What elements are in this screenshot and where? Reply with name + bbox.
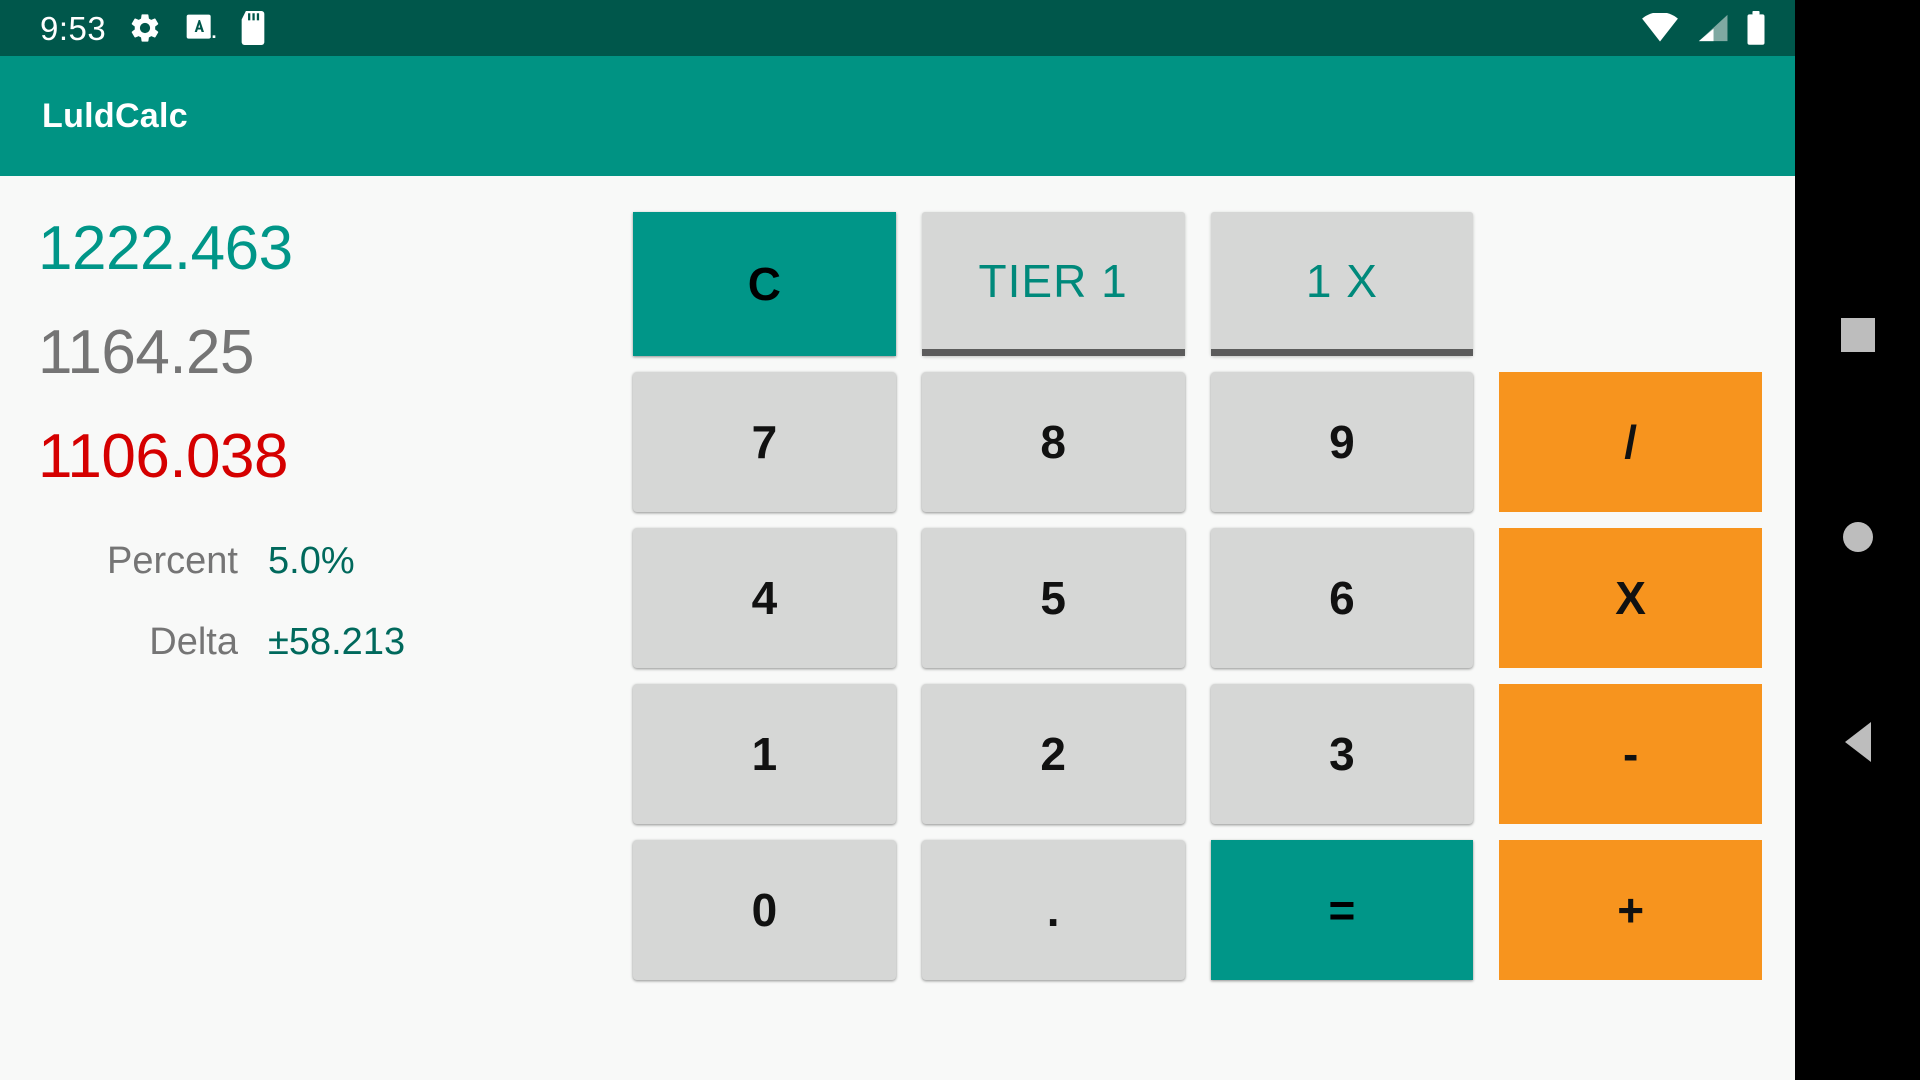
keypad-row-789: 7 8 9 / xyxy=(620,364,1775,520)
key-cell: = xyxy=(1198,832,1487,988)
percent-label: Percent xyxy=(107,540,238,582)
results-panel: 1222.463 1164.25 1106.038 Percent 5.0% D… xyxy=(0,176,620,1080)
main-content: 1222.463 1164.25 1106.038 Percent 5.0% D… xyxy=(0,176,1795,1080)
controls-row-spacer xyxy=(1486,204,1775,364)
multiplier-spinner[interactable]: 1 X xyxy=(1210,212,1474,356)
key-9-button[interactable]: 9 xyxy=(1210,372,1474,512)
phone-screen: 9:53 LuldCalc 1222.463 1164.25 1106.038 … xyxy=(0,0,1795,1080)
clear-cell: C xyxy=(620,204,909,364)
decimal-point-button[interactable]: . xyxy=(921,840,1185,980)
key-cell: 9 xyxy=(1198,364,1487,520)
keypad-row-controls: C TIER 1 1 X xyxy=(620,204,1775,364)
key-cell: - xyxy=(1486,676,1775,832)
back-icon[interactable] xyxy=(1844,722,1871,762)
key-cell: 2 xyxy=(909,676,1198,832)
delta-label: Delta xyxy=(149,621,238,663)
key-cell: 6 xyxy=(1198,520,1487,676)
key-3-button[interactable]: 3 xyxy=(1210,684,1474,824)
keypad-row-456: 4 5 6 X xyxy=(620,520,1775,676)
app-bar: LuldCalc xyxy=(0,56,1795,176)
key-2-button[interactable]: 2 xyxy=(921,684,1185,824)
status-bar-right-group xyxy=(1641,11,1767,45)
key-cell: 4 xyxy=(620,520,909,676)
home-icon[interactable] xyxy=(1842,522,1873,552)
percent-row: Percent 5.0% xyxy=(38,540,620,583)
key-cell: 8 xyxy=(909,364,1198,520)
cellular-signal-icon xyxy=(1695,13,1729,43)
gear-icon xyxy=(128,11,162,45)
key-5-button[interactable]: 5 xyxy=(921,528,1185,668)
key-cell: 5 xyxy=(909,520,1198,676)
percent-value: 5.0% xyxy=(268,540,355,582)
lower-band-value: 1106.038 xyxy=(38,422,289,491)
android-navigation-bar xyxy=(1795,0,1920,1080)
plus-button[interactable]: + xyxy=(1499,840,1762,980)
minus-button[interactable]: - xyxy=(1499,684,1762,824)
equals-button[interactable]: = xyxy=(1210,840,1474,980)
reference-price-value: 1164.25 xyxy=(38,318,255,387)
key-cell: X xyxy=(1486,520,1775,676)
key-cell: + xyxy=(1486,832,1775,988)
recent-apps-icon[interactable] xyxy=(1840,318,1875,352)
status-bar: 9:53 xyxy=(0,0,1795,56)
key-cell: . xyxy=(909,832,1198,988)
battery-icon xyxy=(1745,11,1767,45)
key-1-button[interactable]: 1 xyxy=(633,684,896,824)
keypad-row-123: 1 2 3 - xyxy=(620,676,1775,832)
tier-cell: TIER 1 xyxy=(909,204,1198,364)
status-bar-left-group: 9:53 xyxy=(40,11,268,45)
multiplier-cell: 1 X xyxy=(1198,204,1487,364)
upper-band-value: 1222.463 xyxy=(38,214,293,283)
delta-value: ±58.213 xyxy=(268,621,406,663)
key-6-button[interactable]: 6 xyxy=(1210,528,1474,668)
keypad-row-0-dot-equals: 0 . = + xyxy=(620,832,1775,988)
key-cell: 7 xyxy=(620,364,909,520)
multiply-button[interactable]: X xyxy=(1499,528,1762,668)
key-7-button[interactable]: 7 xyxy=(633,372,896,512)
key-4-button[interactable]: 4 xyxy=(633,528,896,668)
a-badge-icon xyxy=(184,12,216,44)
delta-row: Delta ±58.213 xyxy=(38,621,620,664)
key-cell: 3 xyxy=(1198,676,1487,832)
sd-card-icon xyxy=(238,11,268,45)
clear-button[interactable]: C xyxy=(633,212,896,356)
app-title: LuldCalc xyxy=(42,96,188,135)
multiplier-spinner-label: 1 X xyxy=(1305,255,1378,307)
tier-spinner[interactable]: TIER 1 xyxy=(921,212,1185,356)
key-cell: 0 xyxy=(620,832,909,988)
divide-button[interactable]: / xyxy=(1499,372,1762,512)
wifi-icon xyxy=(1641,13,1679,43)
tier-spinner-label: TIER 1 xyxy=(978,255,1128,307)
key-cell: 1 xyxy=(620,676,909,832)
key-cell: / xyxy=(1486,364,1775,520)
status-clock: 9:53 xyxy=(40,9,107,47)
keypad: C TIER 1 1 X 7 8 9 / 4 5 6 X 1 2 3 - 0 .… xyxy=(620,176,1795,1080)
key-0-button[interactable]: 0 xyxy=(633,840,896,980)
key-8-button[interactable]: 8 xyxy=(921,372,1185,512)
